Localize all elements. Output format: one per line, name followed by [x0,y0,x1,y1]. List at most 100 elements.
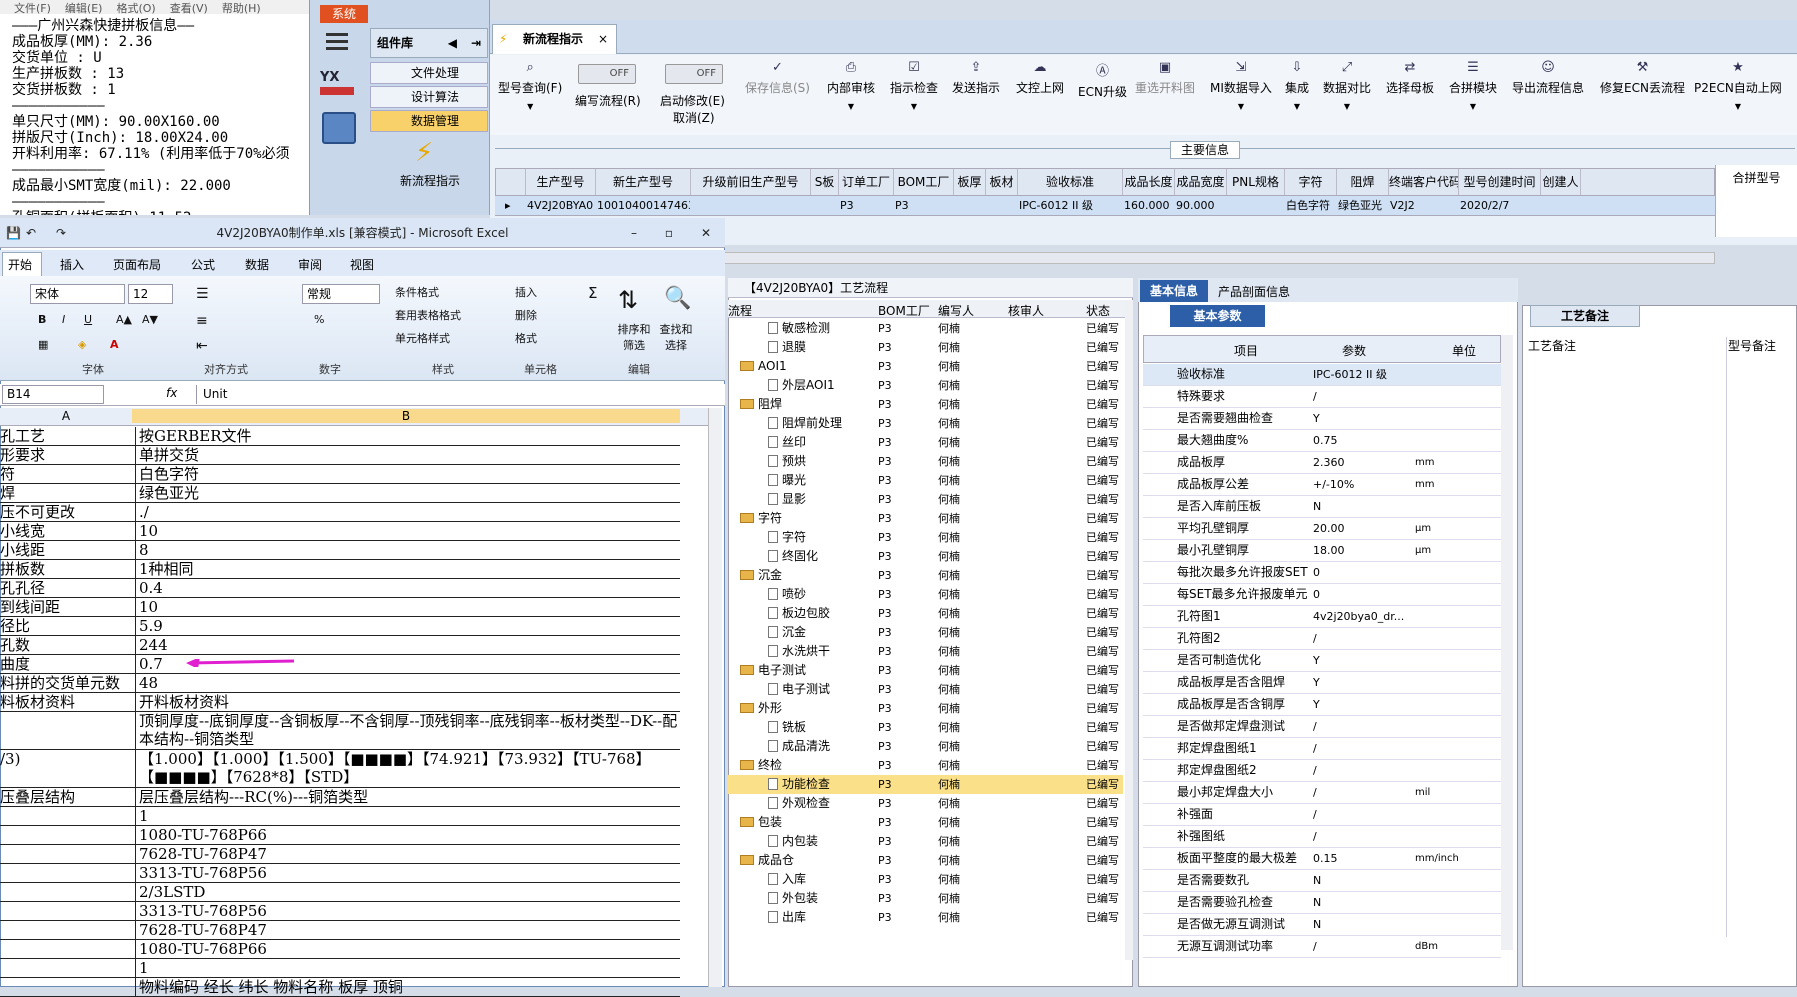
col-item[interactable]: 项目 [1234,342,1258,359]
export-flow-button[interactable]: ☺ 导出流程信息 [1512,60,1584,96]
cancel-label[interactable]: 取消(Z) [673,109,715,126]
delete-cells-button[interactable]: 删除 [515,307,537,323]
grid-col-header[interactable]: 字符 [1285,169,1337,195]
process-step-row[interactable]: 丝印 P3 何楠 已编写 [728,433,1123,452]
process-step-row[interactable]: 成品清洗 P3 何楠 已编写 [728,737,1123,756]
cell-a[interactable] [0,807,132,826]
new-flow-nav-label[interactable]: 新流程指示 [380,172,480,189]
cell-a[interactable]: 拼板数 [0,560,132,579]
param-value[interactable]: / [1313,386,1413,407]
cell-a[interactable] [0,712,132,750]
excel-vertical-scrollbar[interactable] [708,408,722,987]
grid-col-header[interactable]: 订单工厂 [839,169,894,195]
cell-b[interactable]: ./ [135,503,680,522]
formula-input[interactable]: Unit [196,385,706,404]
process-step-row[interactable]: 板边包胶 P3 何楠 已编写 [728,604,1123,623]
process-step-row[interactable]: 外层AOI1 P3 何楠 已编写 [728,376,1123,395]
param-row[interactable]: 每批次最多允许报废SET 0 [1143,562,1501,584]
process-step-row[interactable]: 终检 P3 何楠 已编写 [728,756,1123,775]
col-b-header[interactable]: B [132,409,680,423]
redo-icon[interactable]: ↷ [56,218,66,248]
param-row[interactable]: 是否做无源互调测试 N [1143,914,1501,936]
cell-b[interactable]: 10 [135,598,680,617]
grid-cell[interactable]: 绿色亚光 [1338,196,1388,216]
menu-file[interactable]: 文件(F) [14,2,51,14]
param-row[interactable]: 孔符图2 / [1143,628,1501,650]
cell-a[interactable]: 料拼的交货单元数 [0,674,132,693]
cell-a[interactable] [0,883,132,902]
param-row[interactable]: 是否需要验孔检查 N [1143,892,1501,914]
param-row[interactable]: 平均孔壁铜厚 20.00 μm [1143,518,1501,540]
col-status[interactable]: 状态 [1086,302,1110,319]
bold-icon[interactable]: B [38,313,46,326]
process-step-row[interactable]: 成品仓 P3 何楠 已编写 [728,851,1123,870]
grid-col-header[interactable]: 成品长度 [1123,169,1175,195]
col-writer[interactable]: 编写人 [938,302,974,319]
process-step-row[interactable]: 铣板 P3 何楠 已编写 [728,718,1123,737]
tab-process-remarks[interactable]: 工艺备注 [1530,305,1640,327]
param-value[interactable]: 0.15 [1313,848,1413,869]
cell-a[interactable]: 小线距 [0,541,132,560]
tab-basic-info[interactable]: 基本信息 [1140,280,1208,302]
process-step-row[interactable]: 外观检查 P3 何楠 已编写 [728,794,1123,813]
grid-cell[interactable] [1542,196,1580,216]
process-step-row[interactable]: 出库 P3 何楠 已编写 [728,908,1123,927]
param-value[interactable]: 4v2j20bya0_dr... [1313,606,1413,627]
save-info-button[interactable]: ✓ 保存信息(S) [745,60,810,96]
process-step-row[interactable]: 外形 P3 何楠 已编写 [728,699,1123,718]
grid-cell[interactable] [955,196,985,216]
cell-b[interactable]: 2/3LSTD [135,883,680,902]
system-tab[interactable]: 系统 [320,5,368,23]
nav-design-algorithm[interactable]: 设计算法 [370,86,488,108]
reselect-cutting-button[interactable]: ▣ 重选开料图 [1135,60,1195,96]
main-grid-row[interactable]: ▸ 4V2J20BYA0 10010400147463 P3 P3 IPC-6012 II… [495,196,1715,216]
mi-import-button[interactable]: ⇲ MI数据导入 ▼ [1210,60,1272,111]
font-size-select[interactable]: 12 [128,284,173,304]
grow-font-icon[interactable]: A▲ [116,313,132,326]
process-step-row[interactable]: 外包装 P3 何楠 已编写 [728,889,1123,908]
param-row[interactable]: 无源互调测试功率 / dBm [1143,936,1501,958]
cell-b[interactable]: 单拼交货 [135,446,680,465]
cell-a[interactable]: 小线宽 [0,522,132,541]
table-format-button[interactable]: 套用表格格式 [395,307,461,323]
col-a-header[interactable]: A [0,409,132,423]
grid-col-header[interactable]: 成品宽度 [1175,169,1227,195]
menu-edit[interactable]: 编辑(E) [65,2,103,14]
fill-color-icon[interactable]: ◈ [78,338,86,351]
cell-b[interactable]: 顶铜厚度--底铜厚度--含铜板厚--不含铜厚--顶残铜率--底残铜率--板材类型… [135,712,680,750]
cell-b[interactable]: 5.9 [135,617,680,636]
doc-control-online-button[interactable]: ☁ 文控上网 [1016,60,1064,96]
cell-a[interactable] [0,826,132,845]
indent-icon[interactable]: ⇤ [196,338,208,354]
cell-a[interactable]: 孔工艺 [0,427,132,446]
param-row[interactable]: 验收标准 IPC-6012 II 级 [1143,364,1501,386]
process-step-row[interactable]: 功能检查 P3 何楠 已编写 [728,775,1123,794]
param-value[interactable]: 18.00 [1313,540,1413,561]
italic-icon[interactable]: I [62,313,65,326]
grid-cell[interactable]: 90.000 [1176,196,1226,216]
tab-view[interactable]: 视图 [350,256,374,273]
param-row[interactable]: 特殊要求 / [1143,386,1501,408]
param-row[interactable]: 是否做邦定焊盘测试 / [1143,716,1501,738]
cell-b[interactable]: 7628-TU-768P47 [135,845,680,864]
cell-a[interactable]: 压叠层结构 [0,788,132,807]
grid-cell[interactable]: 4V2J20BYA0 [527,196,595,216]
param-value[interactable]: N [1313,496,1413,517]
p2ecn-auto-online-button[interactable]: ★ P2ECN自动上网 ▼ [1694,60,1782,111]
grid-col-header[interactable]: 板材 [986,169,1018,195]
tree-scrollbar[interactable] [1125,300,1133,960]
param-row[interactable]: 最大翘曲度% 0.75 [1143,430,1501,452]
cell-b[interactable]: 1080-TU-768P66 [135,826,680,845]
process-step-row[interactable]: 预烘 P3 何楠 已编写 [728,452,1123,471]
col-unit[interactable]: 单位 [1452,342,1476,359]
grid-col-header[interactable]: 阻焊 [1337,169,1389,195]
grid-col-header[interactable]: 验收标准 [1018,169,1123,195]
ecn-upgrade-button[interactable]: Ⓐ ECN升级 [1078,60,1127,100]
info-scrollbar[interactable] [1501,335,1513,950]
menu-view[interactable]: 查看(V) [170,2,208,14]
grid-cell[interactable] [812,196,838,216]
maximize-icon[interactable]: ▫ [665,218,673,248]
process-step-row[interactable]: 终固化 P3 何楠 已编写 [728,547,1123,566]
param-value[interactable]: / [1313,804,1413,825]
name-box[interactable]: B14 [2,385,104,404]
